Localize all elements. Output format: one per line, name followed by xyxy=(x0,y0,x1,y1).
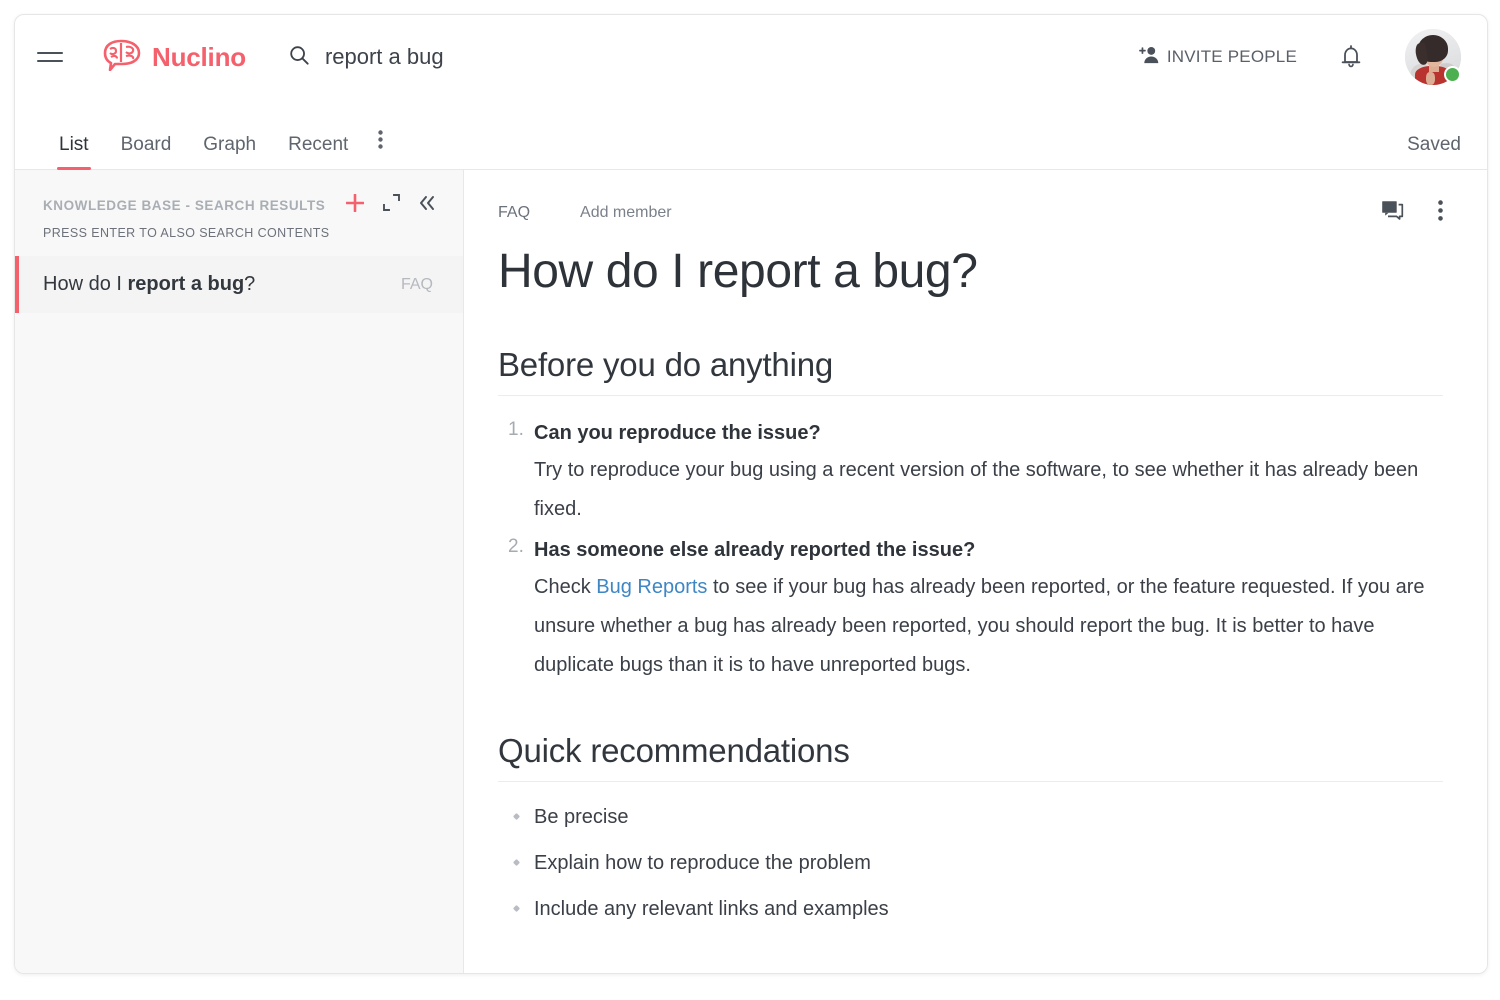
sidebar-hint: PRESS ENTER TO ALSO SEARCH CONTENTS xyxy=(15,220,463,240)
document-pane: FAQ Add member xyxy=(464,170,1487,973)
sidebar-actions xyxy=(337,190,445,220)
body: KNOWLEDGE BASE - SEARCH RESULTS xyxy=(15,170,1487,973)
invite-people-button[interactable]: INVITE PEOPLE xyxy=(1138,45,1297,70)
list-item[interactable]: How do I report a bug? FAQ xyxy=(15,256,463,313)
bell-icon[interactable] xyxy=(1339,44,1363,70)
avatar[interactable] xyxy=(1405,29,1461,85)
topbar-actions: INVITE PEOPLE xyxy=(1138,29,1487,85)
section-heading-recommendations: Quick recommendations xyxy=(498,732,1443,782)
search-result-title: How do I report a bug? xyxy=(43,273,255,296)
tab-list[interactable]: List xyxy=(43,134,105,169)
tab-graph[interactable]: Graph xyxy=(187,134,272,169)
list-item: Can you reproduce the issue? Try to repr… xyxy=(534,418,1443,529)
result-prefix: How do I xyxy=(43,273,127,295)
section-heading-before: Before you do anything xyxy=(498,346,1443,396)
brand-logo[interactable]: Nuclino xyxy=(101,39,246,76)
result-suffix: ? xyxy=(244,273,255,295)
bug-reports-link[interactable]: Bug Reports xyxy=(596,576,707,598)
tabbar-more-button[interactable] xyxy=(364,130,399,169)
collapse-sidebar-button[interactable] xyxy=(409,190,445,220)
comments-button[interactable] xyxy=(1381,200,1404,226)
page-title: How do I report a bug? xyxy=(498,244,1443,299)
list-item: Include any relevant links and examples xyxy=(534,896,1443,923)
expand-icon xyxy=(382,193,401,217)
hamburger-icon[interactable] xyxy=(37,40,71,74)
save-status: Saved xyxy=(1407,134,1461,169)
list-item-title: Has someone else already reported the is… xyxy=(534,535,1443,566)
list-item-title: Can you reproduce the issue? xyxy=(534,418,1443,449)
recommendations-list: Be precise Explain how to reproduce the … xyxy=(498,804,1443,923)
search-input[interactable]: report a bug xyxy=(288,44,1138,71)
breadcrumb-item-faq[interactable]: FAQ xyxy=(498,204,530,222)
list-item-body: Check Bug Reports to see if your bug has… xyxy=(534,568,1443,685)
add-item-button[interactable] xyxy=(337,190,373,220)
tab-recent[interactable]: Recent xyxy=(272,134,364,169)
sidebar-header: KNOWLEDGE BASE - SEARCH RESULTS xyxy=(15,170,463,220)
list-item-body: Try to reproduce your bug using a recent… xyxy=(534,451,1443,529)
search-results-list: How do I report a bug? FAQ xyxy=(15,256,463,313)
result-tag: FAQ xyxy=(401,276,433,294)
dots-vertical-icon xyxy=(378,130,383,154)
sidebar: KNOWLEDGE BASE - SEARCH RESULTS xyxy=(15,170,464,973)
list-item: Be precise xyxy=(534,804,1443,831)
brand-name: Nuclino xyxy=(152,42,246,73)
plus-icon xyxy=(344,192,366,219)
comment-icon xyxy=(1381,200,1404,226)
search-icon xyxy=(288,44,310,71)
app-window: Nuclino report a bug xyxy=(14,14,1488,974)
invite-people-label: INVITE PEOPLE xyxy=(1167,47,1297,67)
nuclino-brain-logo xyxy=(101,39,143,76)
add-member-button[interactable]: Add member xyxy=(580,204,672,222)
top-bar: Nuclino report a bug xyxy=(15,15,1487,99)
breadcrumb: FAQ Add member xyxy=(498,198,1443,228)
ordered-checklist: Can you reproduce the issue? Try to repr… xyxy=(498,418,1443,685)
document-header-actions xyxy=(1381,200,1443,226)
body-text-before-link: Check xyxy=(534,576,596,598)
view-tabs: List Board Graph Recent xyxy=(43,130,399,169)
person-add-icon xyxy=(1138,45,1160,70)
document-menu-button[interactable] xyxy=(1438,200,1443,226)
list-item: Has someone else already reported the is… xyxy=(534,535,1443,685)
list-item: Explain how to reproduce the problem xyxy=(534,850,1443,877)
chevron-double-left-icon xyxy=(417,194,437,217)
online-status-indicator xyxy=(1444,66,1461,83)
search-value: report a bug xyxy=(325,44,444,70)
tab-board[interactable]: Board xyxy=(105,134,188,169)
expand-button[interactable] xyxy=(373,190,409,220)
dots-vertical-icon xyxy=(1438,200,1443,226)
view-tab-bar: List Board Graph Recent Saved xyxy=(15,99,1487,170)
result-match: report a bug xyxy=(127,273,244,295)
sidebar-title: KNOWLEDGE BASE - SEARCH RESULTS xyxy=(43,198,325,213)
